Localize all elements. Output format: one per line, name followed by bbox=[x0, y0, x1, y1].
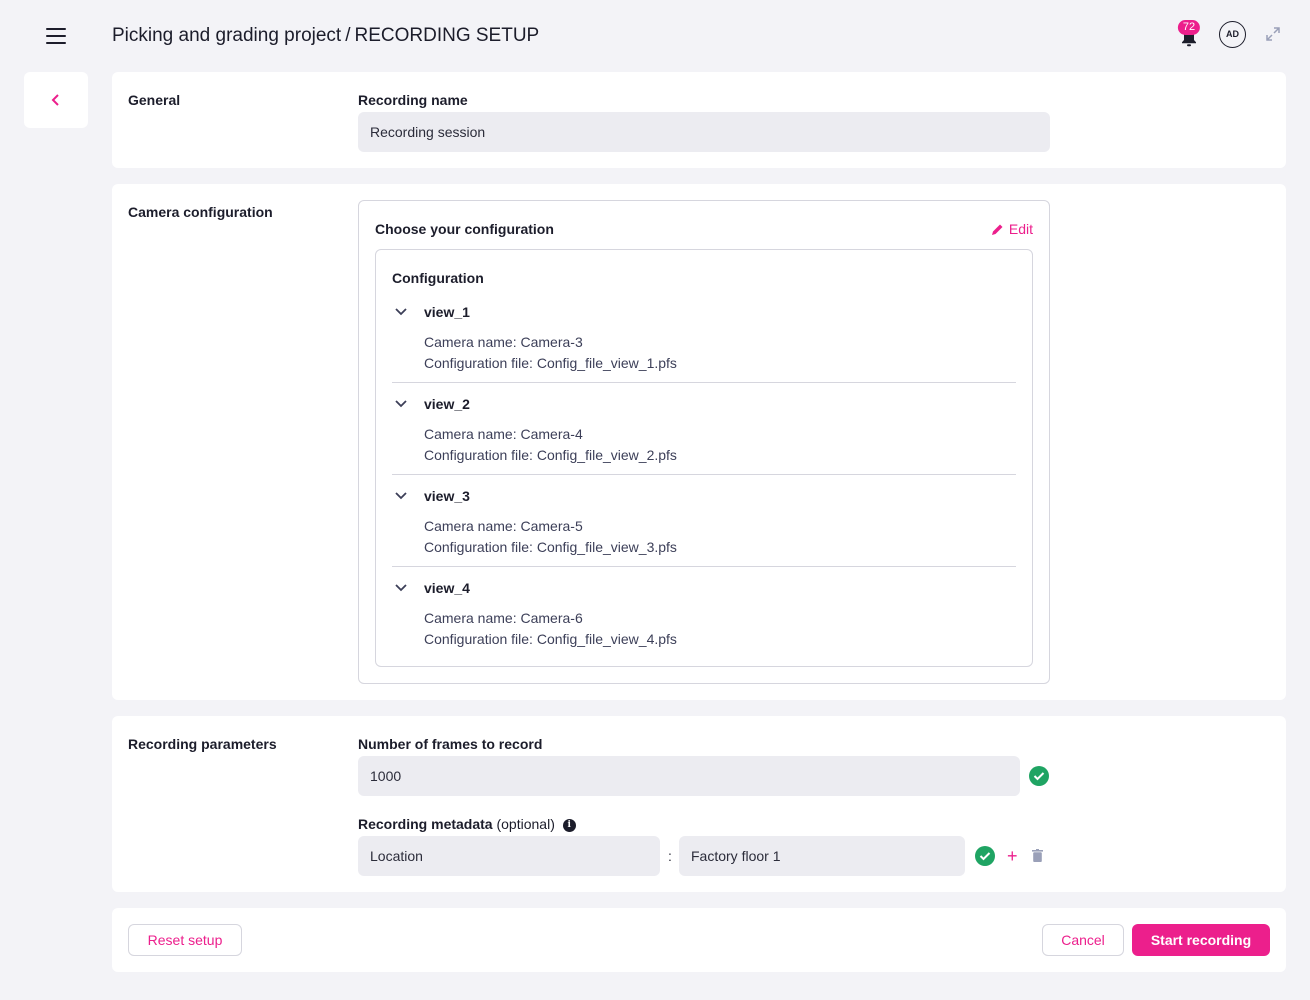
view-toggle[interactable]: view_3 bbox=[392, 486, 1016, 506]
expand-icon[interactable] bbox=[1264, 25, 1282, 43]
choose-configuration-title: Choose your configuration bbox=[375, 221, 554, 237]
menu-icon[interactable] bbox=[46, 28, 66, 44]
metadata-title: Recording metadata bbox=[358, 816, 493, 832]
configuration-panel: Choose your configuration Edit Configura… bbox=[358, 200, 1050, 684]
cancel-button[interactable]: Cancel bbox=[1042, 924, 1124, 956]
view-name: view_4 bbox=[424, 580, 470, 596]
metadata-optional: (optional) bbox=[496, 816, 555, 832]
project-name: Picking and grading project bbox=[112, 25, 342, 46]
pencil-icon bbox=[991, 224, 1003, 235]
view-toggle[interactable]: view_4 bbox=[392, 578, 1016, 598]
chevron-down-icon bbox=[392, 400, 410, 408]
top-right-actions: 72 AD bbox=[1177, 20, 1282, 48]
recording-parameters-card: Recording parameters Number of frames to… bbox=[112, 716, 1286, 892]
check-icon bbox=[1029, 766, 1049, 786]
view-details: Camera name: Camera-3 Configuration file… bbox=[424, 332, 1016, 374]
view-name: view_2 bbox=[424, 396, 470, 412]
metadata-value-input[interactable]: Factory floor 1 bbox=[679, 836, 965, 876]
start-recording-button[interactable]: Start recording bbox=[1132, 924, 1270, 956]
back-button[interactable] bbox=[24, 72, 88, 128]
recording-name-label: Recording name bbox=[358, 92, 468, 108]
plus-icon[interactable]: + bbox=[1007, 847, 1018, 865]
chevron-left-icon bbox=[51, 94, 59, 106]
view-details: Camera name: Camera-4 Configuration file… bbox=[424, 424, 1016, 466]
configuration-heading: Configuration bbox=[392, 270, 484, 286]
info-icon[interactable]: i bbox=[562, 818, 576, 832]
configuration-file: Configuration file: Config_file_view_2.p… bbox=[424, 447, 677, 463]
chevron-down-icon bbox=[392, 584, 410, 592]
view-item: view_3 Camera name: Camera-5 Configurati… bbox=[392, 486, 1016, 567]
notification-badge: 72 bbox=[1177, 20, 1201, 35]
frames-label: Number of frames to record bbox=[358, 736, 543, 752]
view-toggle[interactable]: view_2 bbox=[392, 394, 1016, 414]
divider bbox=[392, 566, 1016, 567]
view-name: view_3 bbox=[424, 488, 470, 504]
general-label: General bbox=[128, 92, 181, 108]
camera-name: Camera name: Camera-5 bbox=[424, 518, 583, 534]
check-icon bbox=[975, 846, 995, 866]
configuration-file: Configuration file: Config_file_view_3.p… bbox=[424, 539, 677, 555]
edit-button[interactable]: Edit bbox=[991, 221, 1033, 237]
trash-icon[interactable] bbox=[1032, 849, 1043, 862]
divider bbox=[392, 382, 1016, 383]
view-details: Camera name: Camera-5 Configuration file… bbox=[424, 516, 1016, 558]
chevron-down-icon bbox=[392, 308, 410, 316]
footer-card: Reset setup Cancel Start recording bbox=[112, 908, 1286, 972]
section-name: RECORDING SETUP bbox=[354, 25, 540, 46]
notifications-button[interactable]: 72 bbox=[1177, 20, 1201, 48]
general-card: General Recording name Recording session bbox=[112, 72, 1286, 168]
view-item: view_4 Camera name: Camera-6 Configurati… bbox=[392, 578, 1016, 650]
chevron-down-icon bbox=[392, 492, 410, 500]
page-title: Picking and grading project / RECORDING SE… bbox=[112, 25, 539, 47]
view-item: view_1 Camera name: Camera-3 Configurati… bbox=[392, 302, 1016, 383]
metadata-label: Recording metadata (optional) i bbox=[358, 816, 576, 832]
edit-label: Edit bbox=[1008, 221, 1033, 237]
recording-parameters-label: Recording parameters bbox=[128, 736, 277, 752]
metadata-key-input[interactable]: Location bbox=[358, 836, 660, 876]
camera-configuration-label: Camera configuration bbox=[128, 204, 273, 220]
configuration-list: Configuration view_1 Camera name: Camera… bbox=[375, 249, 1033, 667]
view-name: view_1 bbox=[424, 304, 470, 320]
divider bbox=[392, 474, 1016, 475]
metadata-separator: : bbox=[668, 848, 672, 864]
reset-setup-button[interactable]: Reset setup bbox=[128, 924, 242, 956]
frames-input[interactable]: 1000 bbox=[358, 756, 1020, 796]
view-toggle[interactable]: view_1 bbox=[392, 302, 1016, 322]
recording-name-input[interactable]: Recording session bbox=[358, 112, 1050, 152]
configuration-file: Configuration file: Config_file_view_1.p… bbox=[424, 355, 677, 371]
camera-name: Camera name: Camera-6 bbox=[424, 610, 583, 626]
view-item: view_2 Camera name: Camera-4 Configurati… bbox=[392, 394, 1016, 475]
camera-card: Camera configuration Choose your configu… bbox=[112, 184, 1286, 700]
breadcrumb-separator: / bbox=[345, 25, 351, 46]
avatar[interactable]: AD bbox=[1219, 20, 1246, 48]
camera-name: Camera name: Camera-3 bbox=[424, 334, 583, 350]
configuration-file: Configuration file: Config_file_view_4.p… bbox=[424, 631, 677, 647]
view-details: Camera name: Camera-6 Configuration file… bbox=[424, 608, 1016, 650]
camera-name: Camera name: Camera-4 bbox=[424, 426, 583, 442]
